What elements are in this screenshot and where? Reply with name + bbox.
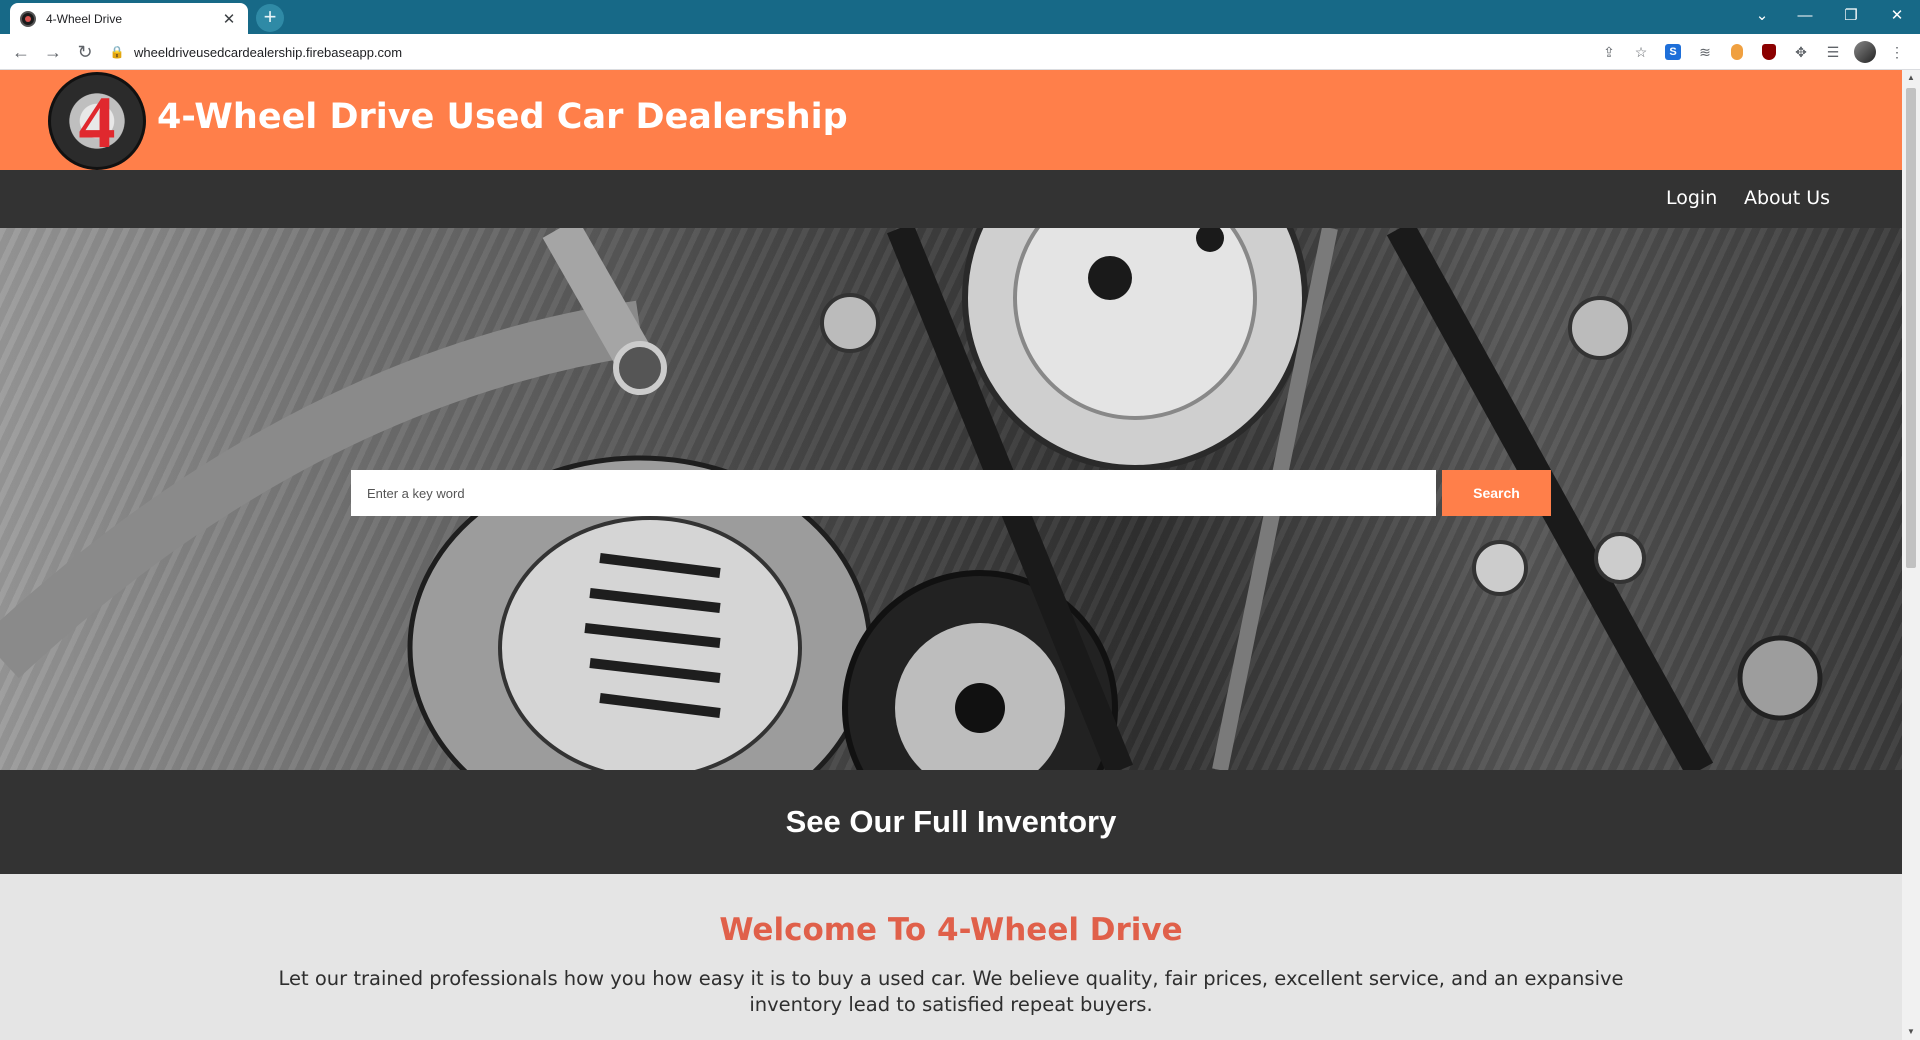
search-input[interactable] [351, 470, 1436, 516]
scroll-up-icon[interactable]: ▲ [1902, 70, 1920, 86]
address-bar[interactable]: 🔒 wheeldriveusedcardealership.firebaseap… [108, 38, 1578, 66]
site-logo[interactable]: 4 [48, 72, 146, 170]
honey-extension-icon[interactable] [1724, 40, 1750, 64]
welcome-text: Let our trained professionals how you ho… [278, 967, 1624, 1016]
drive-extension-icon[interactable]: ≋ [1692, 40, 1718, 64]
profile-avatar[interactable] [1852, 40, 1878, 64]
inventory-band: See Our Full Inventory [0, 770, 1902, 874]
nav-login-link[interactable]: Login [1666, 187, 1717, 209]
tab-close-icon[interactable]: ✕ [220, 10, 238, 28]
window-controls: ⌄ — ❐ ✕ [1742, 0, 1920, 34]
search-bar: Search [351, 470, 1551, 516]
site-nav: Login About Us [0, 170, 1902, 228]
reading-list-icon[interactable]: ☰ [1820, 40, 1846, 64]
site-title: 4-Wheel Drive Used Car Dealership [157, 97, 848, 137]
window-close-button[interactable]: ✕ [1874, 0, 1920, 30]
browser-tab-strip: 4-Wheel Drive ✕ + ⌄ — ❐ ✕ [0, 0, 1920, 34]
full-inventory-link[interactable]: See Our Full Inventory [786, 804, 1117, 840]
browser-toolbar: ← → ↻ 🔒 wheeldriveusedcardealership.fire… [0, 34, 1920, 70]
restore-button[interactable]: ❐ [1828, 0, 1874, 30]
skype-extension-icon[interactable]: S [1660, 40, 1686, 64]
tab-search-icon[interactable]: ⌄ [1742, 0, 1782, 30]
site-header: 4 4-Wheel Drive Used Car Dealership [0, 70, 1902, 170]
site-favicon-icon [20, 10, 36, 27]
reload-icon[interactable]: ↻ [72, 40, 98, 64]
forward-icon[interactable]: → [40, 40, 66, 64]
welcome-title: Welcome To 4-Wheel Drive [719, 912, 1183, 948]
extensions-puzzle-icon[interactable]: ✥ [1788, 40, 1814, 64]
nav-about-link[interactable]: About Us [1744, 187, 1830, 209]
share-icon[interactable]: ⇪ [1596, 40, 1622, 64]
hero-banner: Search [0, 228, 1902, 770]
bookmark-star-icon[interactable]: ☆ [1628, 40, 1654, 64]
welcome-section: Welcome To 4-Wheel Drive Let our trained… [0, 874, 1902, 1040]
page-scrollbar[interactable]: ▲ ▼ [1902, 70, 1920, 1040]
lock-icon[interactable]: 🔒 [108, 45, 126, 59]
url-text[interactable]: wheeldriveusedcardealership.firebaseapp.… [134, 45, 402, 60]
page-viewport: 4 4-Wheel Drive Used Car Dealership Logi… [0, 70, 1902, 1040]
tab-title: 4-Wheel Drive [46, 11, 123, 26]
search-button[interactable]: Search [1442, 470, 1551, 516]
toolbar-icons: ⇪ ☆ S ≋ ✥ ☰ ⋮ [1590, 40, 1910, 64]
ublock-extension-icon[interactable] [1756, 40, 1782, 64]
new-tab-button[interactable]: + [256, 4, 284, 32]
menu-icon[interactable]: ⋮ [1884, 40, 1910, 64]
back-icon[interactable]: ← [8, 40, 34, 64]
scroll-down-icon[interactable]: ▼ [1902, 1024, 1920, 1040]
logo-number: 4 [78, 82, 116, 164]
scroll-thumb[interactable] [1906, 88, 1916, 568]
browser-tab[interactable]: 4-Wheel Drive ✕ [10, 3, 248, 34]
minimize-button[interactable]: — [1782, 0, 1828, 30]
